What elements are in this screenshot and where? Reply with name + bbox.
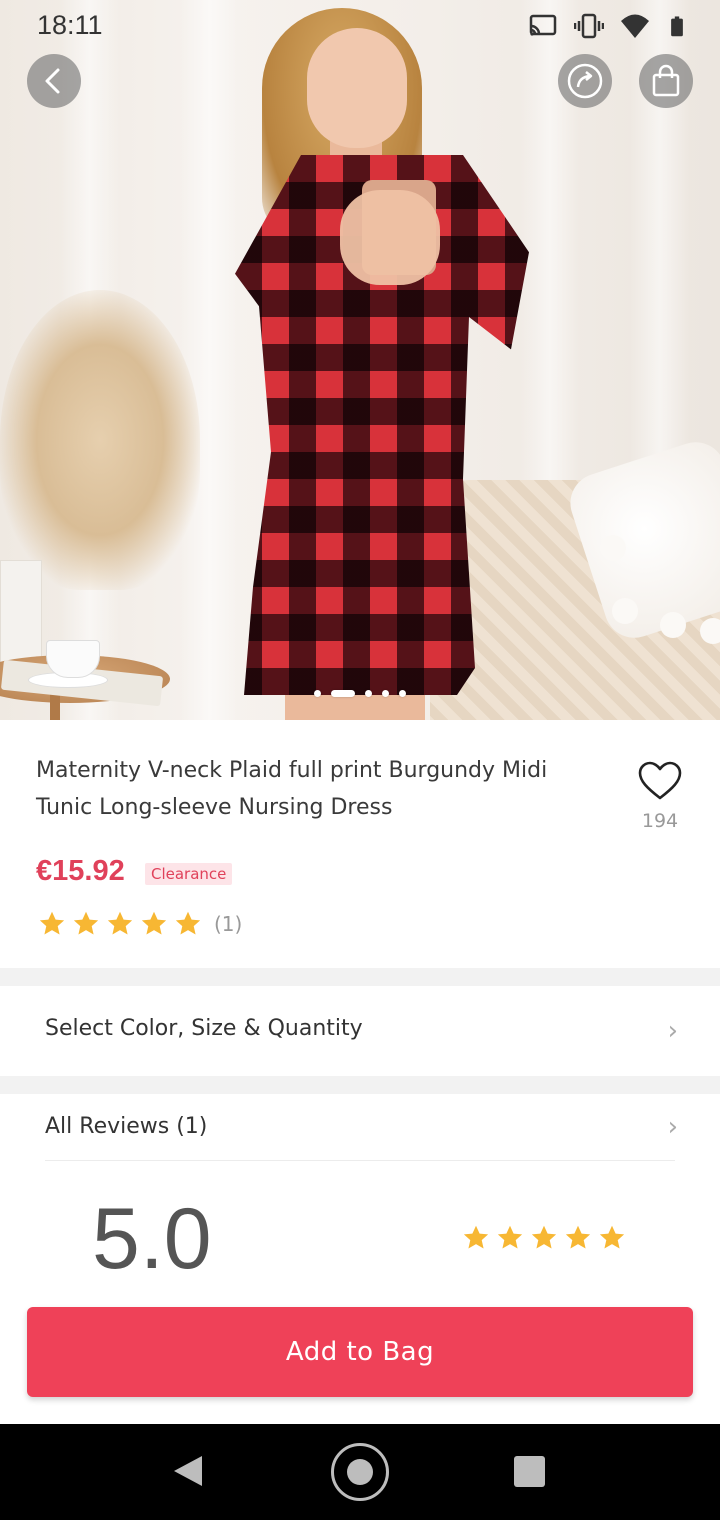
chevron-right-icon: › — [667, 1112, 678, 1142]
product-title: Maternity V-neck Plaid full print Burgun… — [36, 758, 548, 820]
star-icon — [39, 911, 65, 935]
shopping-bag-icon — [652, 64, 680, 97]
nav-recents-icon[interactable] — [514, 1456, 545, 1487]
divider — [45, 1160, 675, 1161]
product-price: €15.92 — [36, 855, 125, 887]
cast-icon — [529, 14, 557, 36]
star-icon — [175, 911, 201, 935]
all-reviews-label: All Reviews (1) — [45, 1114, 208, 1139]
select-options-label: Select Color, Size & Quantity — [45, 1016, 363, 1041]
gallery-dot — [331, 690, 355, 697]
chevron-left-icon — [45, 68, 60, 94]
share-button[interactable] — [558, 54, 612, 108]
chevron-right-icon: › — [667, 1016, 678, 1046]
rating-count: (1) — [214, 912, 243, 936]
review-stars — [462, 1224, 626, 1252]
star-icon — [531, 1225, 557, 1249]
gallery-dot — [399, 690, 406, 697]
model-hands — [340, 190, 440, 285]
pom — [700, 618, 720, 644]
clearance-badge: Clearance — [145, 863, 233, 885]
product-image[interactable] — [0, 0, 720, 720]
product-rating[interactable]: (1) — [38, 910, 242, 938]
wifi-icon — [621, 14, 649, 38]
nav-home-dot — [347, 1459, 373, 1485]
select-options-row[interactable]: Select Color, Size & Quantity › — [0, 986, 720, 1076]
star-icon — [565, 1225, 591, 1249]
favorite-button[interactable]: 194 — [630, 760, 690, 832]
favorite-count: 194 — [641, 810, 679, 832]
gallery-dot — [365, 690, 372, 697]
share-icon — [567, 63, 603, 99]
pampas-grass — [0, 290, 200, 590]
heart-icon — [638, 761, 682, 800]
section-separator — [0, 968, 720, 986]
section-separator — [0, 1076, 720, 1094]
curtain-fold — [180, 0, 240, 720]
status-time: 18:11 — [37, 10, 103, 40]
star-icon — [73, 911, 99, 935]
nav-back-icon[interactable] — [172, 1454, 204, 1488]
pom — [612, 598, 638, 624]
review-score: 5.0 — [92, 1191, 212, 1287]
gallery-dot — [382, 690, 389, 697]
star-icon — [107, 911, 133, 935]
pom — [600, 535, 626, 561]
shopping-bag-button[interactable] — [639, 54, 693, 108]
add-to-bag-button[interactable]: Add to Bag — [27, 1307, 693, 1397]
back-button[interactable] — [27, 54, 81, 108]
system-navigation-bar — [0, 1424, 720, 1520]
battery-icon — [671, 16, 683, 37]
pom — [660, 612, 686, 638]
vase — [0, 560, 42, 670]
gallery-dot — [314, 690, 321, 697]
gallery-indicator — [0, 690, 720, 697]
star-icon — [497, 1225, 523, 1249]
status-bar: 18:11 — [0, 0, 720, 52]
star-icon — [599, 1225, 625, 1249]
star-icon — [463, 1225, 489, 1249]
star-icon — [141, 911, 167, 935]
all-reviews-row[interactable]: All Reviews (1) › — [0, 1094, 720, 1160]
coffee-cup — [46, 640, 100, 678]
vibrate-icon — [574, 13, 604, 39]
nav-home-icon[interactable] — [331, 1443, 389, 1501]
